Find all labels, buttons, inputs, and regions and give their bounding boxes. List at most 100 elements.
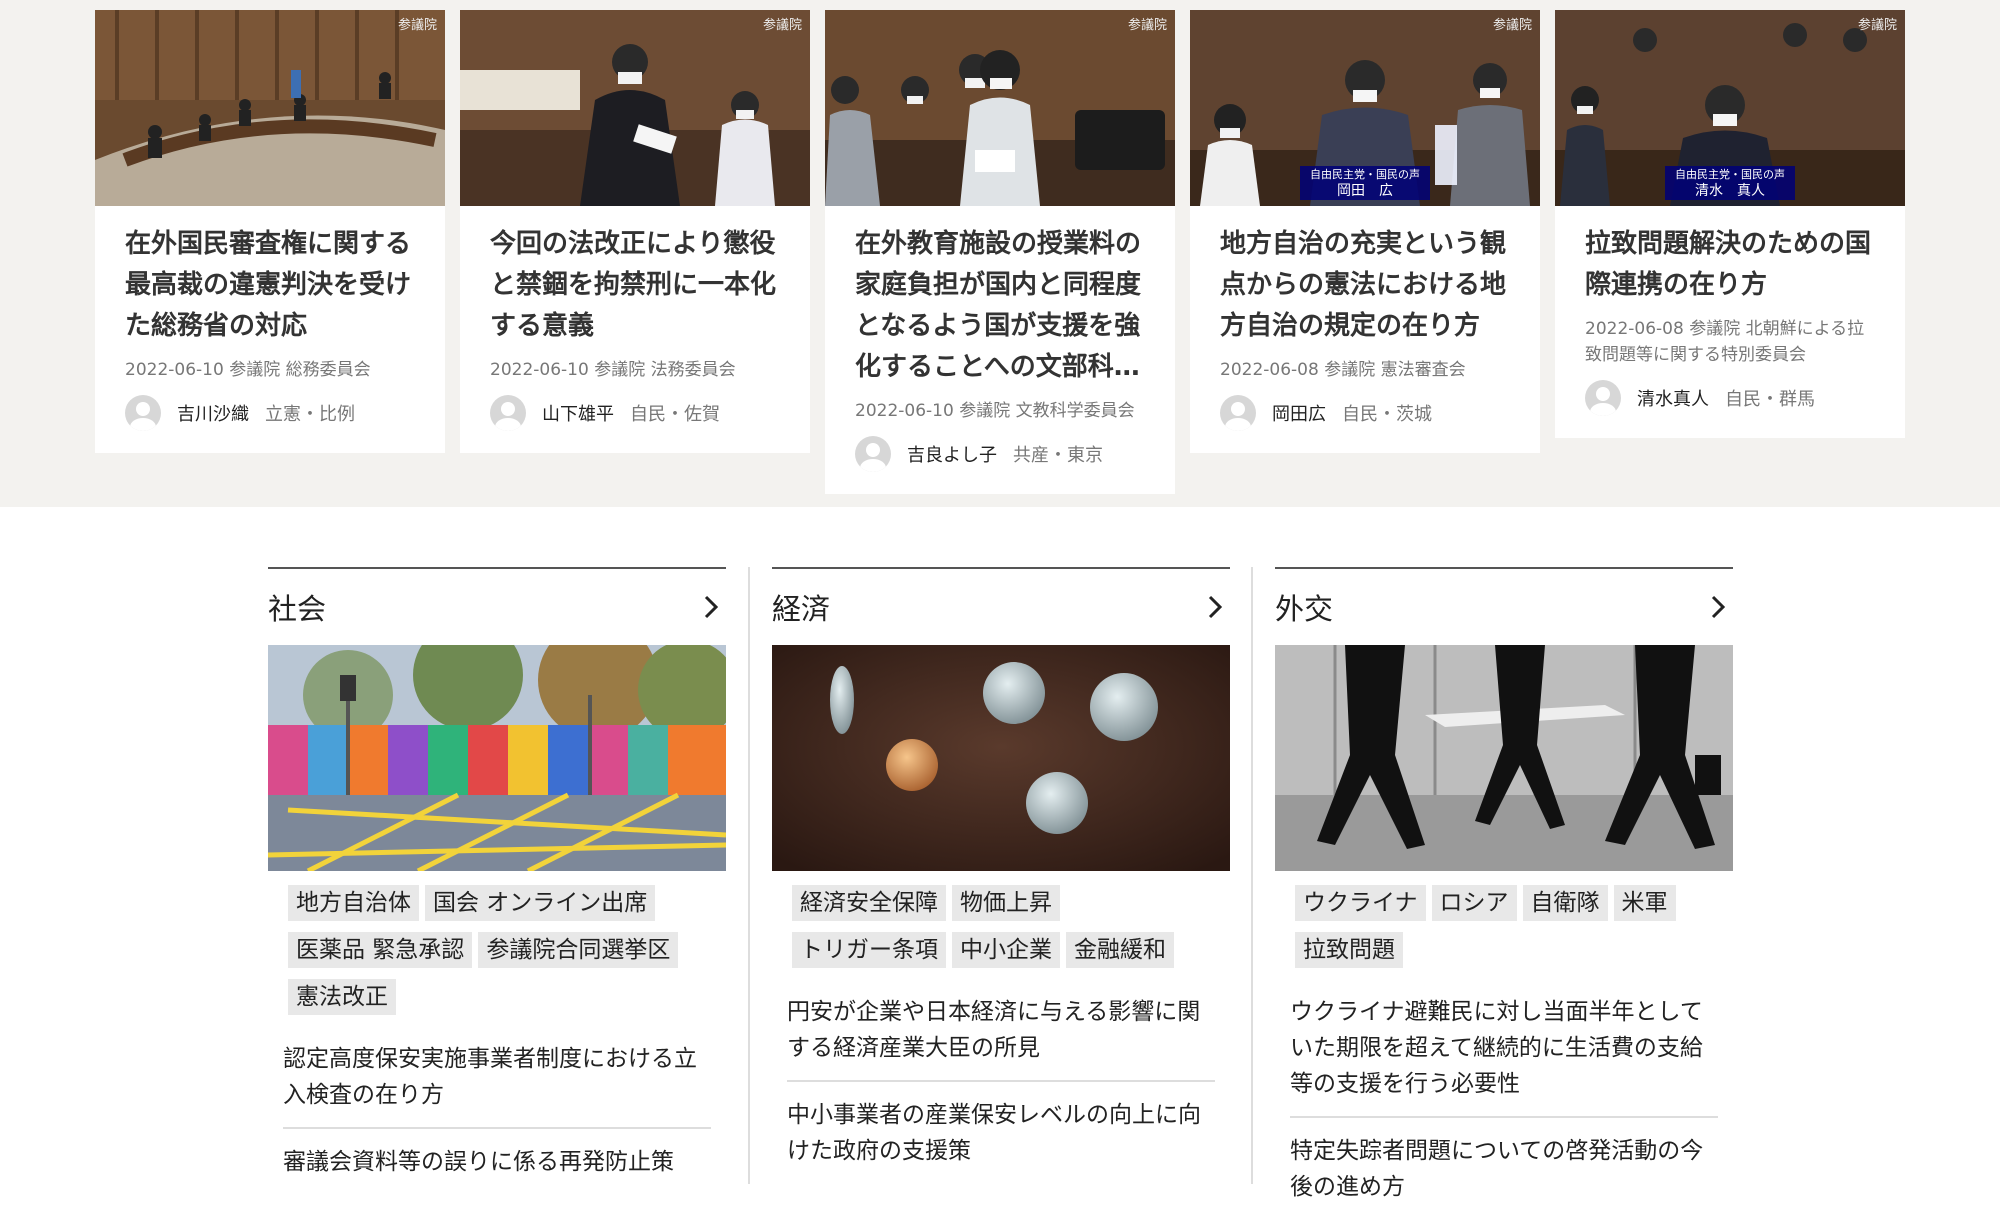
speaker-caption: 自由民主党・国民の声 岡田 広 <box>1300 166 1430 200</box>
topic-tag[interactable]: ウクライナ <box>1295 885 1426 921</box>
chevron-right-icon[interactable] <box>1703 592 1733 622</box>
airport-walkers-image <box>1275 645 1733 871</box>
article-meta: 2022-06-10 参議院 法務委員会 <box>490 360 736 380</box>
article-meta: 2022-06-08 参議院 北朝鮮による拉致問題等に関する特別委員会 <box>1585 319 1865 365</box>
article-meta: 2022-06-08 参議院 憲法審査会 <box>1220 360 1466 380</box>
topic-tag[interactable]: 参議院合同選挙区 <box>478 932 679 968</box>
topic-tag[interactable]: トリガー条項 <box>792 932 946 968</box>
category-header[interactable]: 社会 <box>268 569 726 645</box>
article-card[interactable]: 参議院 自由民主党・国民の声 岡田 広 地方自治の充実という観点からの憲法におけ… <box>1190 10 1540 453</box>
topic-tag[interactable]: ロシア <box>1431 885 1517 921</box>
category-title[interactable]: 経済 <box>772 586 830 628</box>
category-title[interactable]: 外交 <box>1275 586 1333 628</box>
user-avatar-icon <box>125 395 161 431</box>
speaker-row[interactable]: 岡田広 自民・茨城 <box>1220 395 1510 431</box>
house-label: 参議院 <box>1492 18 1532 33</box>
column-divider <box>1251 567 1253 1184</box>
speaker-party: 自民・佐賀 <box>630 404 720 425</box>
topic-tag[interactable]: 国会 オンライン出席 <box>425 885 656 921</box>
video-thumbnail[interactable]: 参議院 自由民主党・国民の声 清水 真人 <box>1555 10 1905 206</box>
category-image[interactable] <box>772 645 1230 871</box>
user-avatar-icon <box>855 436 891 472</box>
topic-tag[interactable]: 拉致問題 <box>1295 932 1403 968</box>
column-divider <box>748 567 750 1184</box>
speaker-party: 共産・東京 <box>1013 445 1103 466</box>
category-diplomacy: 外交 ウクライナロシア自衛隊米軍拉致問題 ウクライナ避難民に対し当面半年と <box>1275 567 1733 1219</box>
speaker-row[interactable]: 吉良よし子 共産・東京 <box>855 436 1145 472</box>
speaker-party: 自民・群馬 <box>1725 389 1815 410</box>
speaker-party: 立憲・比例 <box>265 404 355 425</box>
article-title[interactable]: 今回の法改正により懲役と禁錮を拘禁刑に一本化する意義 <box>490 224 780 347</box>
article-link[interactable]: 認定高度保安実施事業者制度における立入検査の在り方 <box>283 1026 711 1129</box>
video-thumbnail[interactable]: 参議院 <box>825 10 1175 206</box>
topic-tag[interactable]: 自衛隊 <box>1522 885 1608 921</box>
category-society: 社会 地方自治体 国会 オンライン出席医薬品 緊急承認 参議院合同選挙区憲法改正… <box>268 567 726 1194</box>
category-title[interactable]: 社会 <box>268 586 326 628</box>
article-meta: 2022-06-10 参議院 総務委員会 <box>125 360 371 380</box>
article-title[interactable]: 地方自治の充実という観点からの憲法における地方自治の規定の在り方 <box>1220 224 1510 347</box>
house-label: 参議院 <box>1857 18 1897 33</box>
tag-list: 経済安全保障 物価上昇トリガー条項 中小企業 金融緩和 <box>772 871 1230 979</box>
category-economy: 経済 経済安全保障 物価上昇トリガー条項 中小企業 金融緩和 円安が企業や日本経… <box>772 567 1230 1183</box>
house-label: 参議院 <box>1127 18 1167 33</box>
article-link-list: 認定高度保安実施事業者制度における立入検査の在り方 審議会資料等の誤りに係る再発… <box>268 1026 726 1194</box>
speaker-name: 吉良よし子 <box>907 445 997 466</box>
topic-tag[interactable]: 医薬品 緊急承認 <box>288 932 473 968</box>
article-card[interactable]: 参議院 在外国民審査権に関する最高裁の違憲判決を受けた総務省の対応 2022-0… <box>95 10 445 453</box>
article-title[interactable]: 在外国民審査権に関する最高裁の違憲判決を受けた総務省の対応 <box>125 224 415 347</box>
speaker-party: 自民・茨城 <box>1342 404 1432 425</box>
topic-tag[interactable]: 経済安全保障 <box>792 885 946 921</box>
article-link[interactable]: 特定失踪者問題についての啓発活動の今後の進め方 <box>1290 1118 1718 1219</box>
user-avatar-icon <box>1585 380 1621 416</box>
committee-room-image <box>460 10 810 206</box>
article-link[interactable]: ウクライナ避難民に対し当面半年としていた期限を超えて継続的に生活費の支給等の支援… <box>1290 979 1718 1118</box>
article-link[interactable]: 審議会資料等の誤りに係る再発防止策 <box>283 1129 711 1194</box>
caption-party: 自由民主党・国民の声 <box>1310 168 1420 181</box>
caption-party: 自由民主党・国民の声 <box>1675 168 1785 181</box>
featured-band: 参議院 在外国民審査権に関する最高裁の違憲判決を受けた総務省の対応 2022-0… <box>0 0 2000 507</box>
user-avatar-icon <box>1220 395 1256 431</box>
tag-list: ウクライナ ロシア 自衛隊 米軍拉致問題 <box>1275 871 1733 979</box>
category-header[interactable]: 外交 <box>1275 569 1733 645</box>
speaker-row[interactable]: 清水真人 自民・群馬 <box>1585 380 1875 416</box>
speaker-row[interactable]: 山下雄平 自民・佐賀 <box>490 395 780 431</box>
house-label: 参議院 <box>762 18 802 33</box>
article-title[interactable]: 在外教育施設の授業料の家庭負担が国内と同程度となるよう国が支援を強化することへの… <box>855 224 1145 388</box>
chevron-right-icon[interactable] <box>696 592 726 622</box>
tag-list: 地方自治体 国会 オンライン出席医薬品 緊急承認 参議院合同選挙区憲法改正 <box>268 871 726 1026</box>
article-meta: 2022-06-10 参議院 文教科学委員会 <box>855 401 1135 421</box>
video-thumbnail[interactable]: 参議院 <box>95 10 445 206</box>
article-card[interactable]: 参議院 自由民主党・国民の声 清水 真人 拉致問題解決のための国際連携の在り方 … <box>1555 10 1905 438</box>
article-card[interactable]: 参議院 在外教育施設の授業料の家庭負担が国内と同程度となるよう国が支援を強化する… <box>825 10 1175 494</box>
topic-tag[interactable]: 金融緩和 <box>1066 932 1174 968</box>
speaker-row[interactable]: 吉川沙織 立憲・比例 <box>125 395 415 431</box>
topic-tag[interactable]: 物価上昇 <box>952 885 1060 921</box>
user-avatar-icon <box>490 395 526 431</box>
speaker-name: 岡田広 <box>1272 404 1326 425</box>
caption-name: 岡田 広 <box>1337 183 1393 199</box>
category-image[interactable] <box>1275 645 1733 871</box>
speaker-name: 山下雄平 <box>542 404 614 425</box>
article-title[interactable]: 拉致問題解決のための国際連携の在り方 <box>1585 224 1875 306</box>
topic-tag[interactable]: 憲法改正 <box>288 979 396 1015</box>
video-thumbnail[interactable]: 参議院 自由民主党・国民の声 岡田 広 <box>1190 10 1540 206</box>
article-link[interactable]: 中小事業者の産業保安レベルの向上に向けた政府の支援策 <box>787 1082 1215 1183</box>
speaker-caption: 自由民主党・国民の声 清水 真人 <box>1665 166 1795 200</box>
topic-tag[interactable]: 米軍 <box>1613 885 1676 921</box>
caption-name: 清水 真人 <box>1695 183 1765 199</box>
speaker-name: 清水真人 <box>1637 389 1709 410</box>
category-image[interactable] <box>268 645 726 871</box>
speaker-name: 吉川沙織 <box>177 404 249 425</box>
coins-image <box>772 645 1230 871</box>
committee-room-image <box>95 10 445 206</box>
topic-tag[interactable]: 地方自治体 <box>288 885 419 921</box>
category-header[interactable]: 経済 <box>772 569 1230 645</box>
house-label: 参議院 <box>397 18 437 33</box>
article-link[interactable]: 円安が企業や日本経済に与える影響に関する経済産業大臣の所見 <box>787 979 1215 1082</box>
article-link-list: ウクライナ避難民に対し当面半年としていた期限を超えて継続的に生活費の支給等の支援… <box>1275 979 1733 1219</box>
article-card[interactable]: 参議院 今回の法改正により懲役と禁錮を拘禁刑に一本化する意義 2022-06-1… <box>460 10 810 453</box>
chevron-right-icon[interactable] <box>1200 592 1230 622</box>
committee-room-image <box>825 10 1175 206</box>
topic-tag[interactable]: 中小企業 <box>952 932 1060 968</box>
video-thumbnail[interactable]: 参議院 <box>460 10 810 206</box>
